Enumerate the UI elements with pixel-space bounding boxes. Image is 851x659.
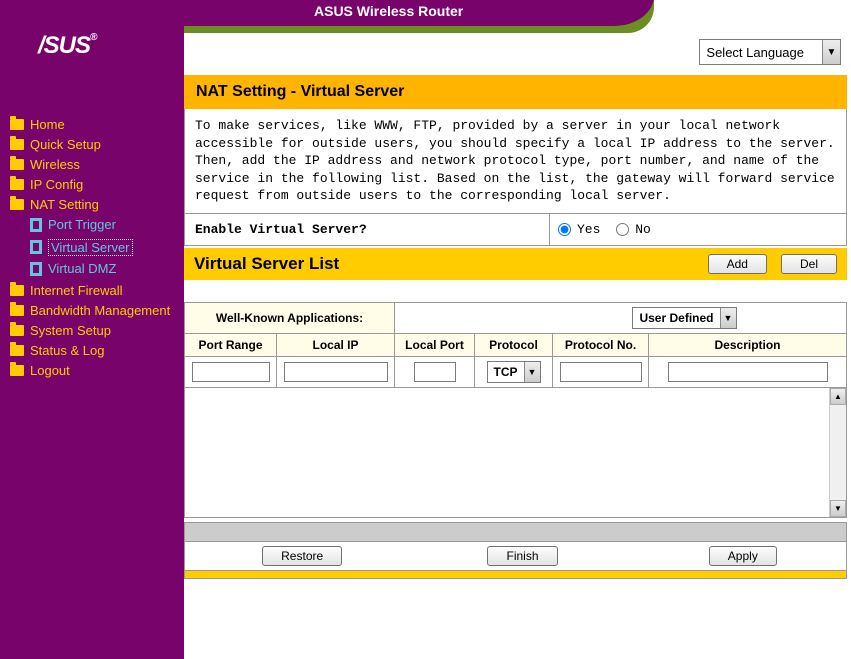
finish-button[interactable]: Finish xyxy=(487,546,557,566)
language-select-value: Select Language xyxy=(700,45,822,60)
chevron-down-icon: ▼ xyxy=(720,308,736,328)
scroll-down-icon[interactable]: ▼ xyxy=(830,500,846,517)
page-description: To make services, like WWW, FTP, provide… xyxy=(184,109,847,214)
nav-virtual-server[interactable]: Virtual Server xyxy=(30,239,133,256)
wka-select[interactable]: User Defined ▼ xyxy=(632,307,736,329)
enable-label: Enable Virtual Server? xyxy=(185,214,550,245)
folder-icon xyxy=(10,159,24,170)
chevron-down-icon: ▼ xyxy=(524,362,540,382)
protocol-no-input[interactable] xyxy=(560,362,642,382)
product-title: ASUS Wireless Router xyxy=(184,0,624,26)
apply-button[interactable]: Apply xyxy=(709,546,777,566)
enable-no-radio[interactable] xyxy=(616,223,629,236)
nav-nat-setting[interactable]: NAT Setting xyxy=(10,197,99,212)
col-description: Description xyxy=(649,333,847,356)
enable-no-label: No xyxy=(635,222,651,237)
scrollbar[interactable]: ▲ ▼ xyxy=(829,388,846,517)
wka-select-value: User Defined xyxy=(633,311,719,325)
description-input[interactable] xyxy=(668,362,828,382)
enable-virtual-server-row: Enable Virtual Server? Yes No xyxy=(184,214,847,246)
port-range-input[interactable] xyxy=(192,362,270,382)
scroll-up-icon[interactable]: ▲ xyxy=(830,388,846,405)
nav-virtual-dmz[interactable]: Virtual DMZ xyxy=(30,261,116,276)
nav-menu: Home Quick Setup Wireless IP Config NAT … xyxy=(0,115,184,381)
nav-ip-config[interactable]: IP Config xyxy=(10,177,83,192)
page-title: NAT Setting - Virtual Server xyxy=(184,75,847,109)
footer-buttons: Restore Finish Apply xyxy=(184,542,847,571)
table-row: TCP ▼ xyxy=(185,356,847,387)
nav-logout[interactable]: Logout xyxy=(10,363,70,378)
nav-quick-setup[interactable]: Quick Setup xyxy=(10,137,101,152)
col-local-ip: Local IP xyxy=(277,333,395,356)
local-port-input[interactable] xyxy=(414,362,456,382)
restore-button[interactable]: Restore xyxy=(262,546,342,566)
list-heading: Virtual Server List xyxy=(194,254,694,274)
col-protocol: Protocol xyxy=(475,333,553,356)
folder-icon xyxy=(10,325,24,336)
nav-bandwidth-management[interactable]: Bandwidth Management xyxy=(10,303,170,318)
page-icon xyxy=(30,262,42,276)
language-select[interactable]: Select Language ▼ xyxy=(699,39,841,65)
folder-icon xyxy=(10,285,24,296)
brand-logo: /SUS® xyxy=(0,0,184,60)
nav-status-log[interactable]: Status & Log xyxy=(10,343,104,358)
nav-wireless[interactable]: Wireless xyxy=(10,157,80,172)
page-icon xyxy=(30,218,42,232)
virtual-server-list-header: Virtual Server List Add Del xyxy=(184,248,847,280)
nav-internet-firewall[interactable]: Internet Firewall xyxy=(10,283,122,298)
folder-icon xyxy=(10,305,24,316)
folder-icon xyxy=(10,179,24,190)
sidebar: /SUS® Home Quick Setup Wireless IP Confi… xyxy=(0,0,184,659)
folder-icon xyxy=(10,139,24,150)
local-ip-input[interactable] xyxy=(284,362,388,382)
footer-separator xyxy=(184,522,847,542)
entries-list: ▲ ▼ xyxy=(184,388,847,518)
nav-port-trigger[interactable]: Port Trigger xyxy=(30,217,116,232)
protocol-select[interactable]: TCP ▼ xyxy=(487,361,541,383)
nav-system-setup[interactable]: System Setup xyxy=(10,323,111,338)
col-local-port: Local Port xyxy=(395,333,475,356)
nav-home[interactable]: Home xyxy=(10,117,65,132)
col-protocol-no: Protocol No. xyxy=(553,333,649,356)
footer-accent xyxy=(184,571,847,579)
col-port-range: Port Range xyxy=(185,333,277,356)
main-content: Select Language ▼ NAT Setting - Virtual … xyxy=(184,33,847,579)
enable-yes-radio[interactable] xyxy=(558,223,571,236)
chevron-down-icon: ▼ xyxy=(822,40,840,64)
folder-icon xyxy=(10,345,24,356)
del-button[interactable]: Del xyxy=(781,254,837,274)
virtual-server-table: Well-Known Applications: User Defined ▼ … xyxy=(184,302,847,388)
folder-icon xyxy=(10,119,24,130)
protocol-select-value: TCP xyxy=(488,365,524,379)
folder-icon xyxy=(10,199,24,210)
page-icon xyxy=(30,240,42,254)
add-button[interactable]: Add xyxy=(708,254,767,274)
wka-label: Well-Known Applications: xyxy=(185,302,395,333)
enable-yes-label: Yes xyxy=(577,222,600,237)
folder-icon xyxy=(10,365,24,376)
